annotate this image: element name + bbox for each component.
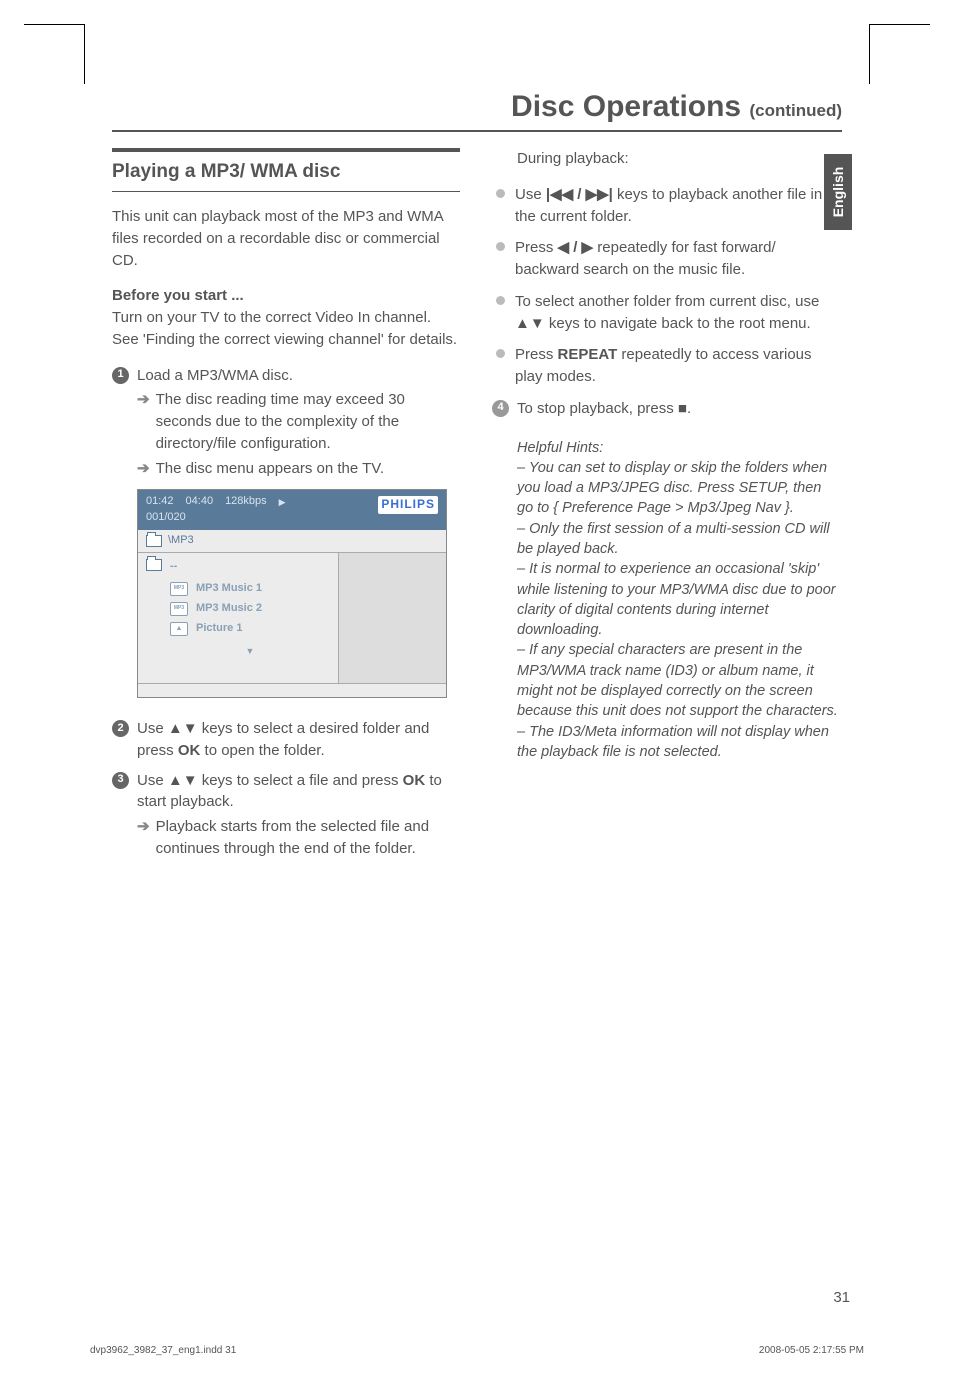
bullet-item: Press ◀ / ▶ repeatedly for fast forward/… [492,237,840,281]
shot-time2: 04:40 [186,494,214,510]
tv-screenshot: 01:42 04:40 128kbps ▶ 001/020 PHILIPS \M… [137,489,447,698]
bullet-item: Press REPEAT repeatedly to access variou… [492,344,840,388]
step-2: 2 Use ▲▼ keys to select a desired folder… [112,718,460,762]
page-number: 31 [833,1289,850,1306]
up-down-keys-icon: ▲▼ [515,315,545,332]
left-right-keys-icon: ◀ / ▶ [558,239,594,256]
folder-icon [146,535,162,547]
up-down-keys-icon: ▲▼ [168,772,198,789]
step1-result-b: The disc menu appears on the TV. [156,458,384,480]
hint-4: – If any special characters are present … [517,640,840,721]
list-item: Picture 1 [170,619,330,639]
before-text: Turn on your TV to the correct Video In … [112,309,457,348]
page-content: Disc Operations (continued) English Play… [112,90,842,868]
step-4: 4 To stop playback, press ■. [492,398,840,420]
left-column: Playing a MP3/ WMA disc This unit can pl… [112,148,460,868]
step-1: 1 Load a MP3/WMA disc. ➔ The disc reading… [112,365,460,480]
mp3-file-icon: MP3 [170,582,188,596]
footer-timestamp: 2008-05-05 2:17:55 PM [759,1345,864,1356]
right-column: During playback: Use |◀◀ / ▶▶| keys to p… [492,148,840,868]
picture-file-icon [170,622,188,636]
section-heading: Playing a MP3/ WMA disc [112,148,460,192]
crop-mark [24,24,84,25]
shot-footer-bar [138,683,446,697]
up-down-keys-icon: ▲▼ [168,720,198,737]
folder-icon [146,559,162,571]
crop-mark [870,24,930,25]
preview-pane [338,553,446,683]
step3-result: Playback starts from the selected file a… [156,816,460,860]
arrow-icon: ➔ [137,816,150,838]
page-title: Disc Operations (continued) [112,90,842,132]
helpful-hints: Helpful Hints: – You can set to display … [492,438,840,763]
footer-filename: dvp3962_3982_37_eng1.indd 31 [90,1345,236,1356]
step-badge-4: 4 [492,400,509,417]
step1-text: Load a MP3/WMA disc. [137,367,293,384]
bullet-item: To select another folder from current di… [492,291,840,335]
title-continued: (continued) [749,101,842,120]
step-badge-1: 1 [112,367,129,384]
shot-header: 01:42 04:40 128kbps ▶ 001/020 PHILIPS [138,490,446,530]
hint-1: – You can set to display or skip the fol… [517,458,840,519]
stop-icon: ■ [678,400,687,417]
title-main: Disc Operations [511,90,749,123]
arrow-icon: ➔ [137,458,150,480]
during-playback-label: During playback: [492,148,840,170]
prev-next-keys-icon: |◀◀ / ▶▶| [546,186,613,203]
crop-mark [84,24,85,84]
bullet-icon [496,189,505,198]
list-item: MP3MP3 Music 2 [170,599,330,619]
crop-mark [869,24,870,84]
placeholder-row: -- [170,559,330,575]
before-block: Before you start ... Turn on your TV to … [112,285,460,350]
shot-time1: 01:42 [146,494,174,510]
hint-3: – It is normal to experience an occasion… [517,559,840,640]
before-label: Before you start ... [112,287,244,304]
mp3-file-icon: MP3 [170,602,188,616]
bullet-item: Use |◀◀ / ▶▶| keys to playback another f… [492,184,840,228]
play-icon: ▶ [279,496,286,509]
hint-5: – The ID3/Meta information will not disp… [517,722,840,763]
bullet-icon [496,242,505,251]
bullet-icon [496,349,505,358]
bullet-icon [496,296,505,305]
shot-kbps: 128kbps [225,494,267,510]
step1-result-a: The disc reading time may exceed 30 seco… [156,389,460,454]
shot-path: \MP3 [168,533,194,549]
intro-text: This unit can playback most of the MP3 a… [112,206,460,271]
hint-2: – Only the first session of a multi-sess… [517,519,840,560]
shot-path-bar: \MP3 [138,530,446,553]
list-item: MP3MP3 Music 1 [170,579,330,599]
section-title: Playing a MP3/ WMA disc [112,155,460,189]
chevron-down-icon: ▼ [170,645,330,658]
arrow-icon: ➔ [137,389,150,411]
brand-logo: PHILIPS [378,496,438,513]
step-3: 3 Use ▲▼ keys to select a file and press… [112,770,460,860]
step-badge-2: 2 [112,720,129,737]
hints-title: Helpful Hints: [517,438,840,458]
file-list: -- MP3MP3 Music 1 MP3MP3 Music 2 Picture… [138,553,338,683]
step-badge-3: 3 [112,772,129,789]
language-tab: English [824,154,852,230]
